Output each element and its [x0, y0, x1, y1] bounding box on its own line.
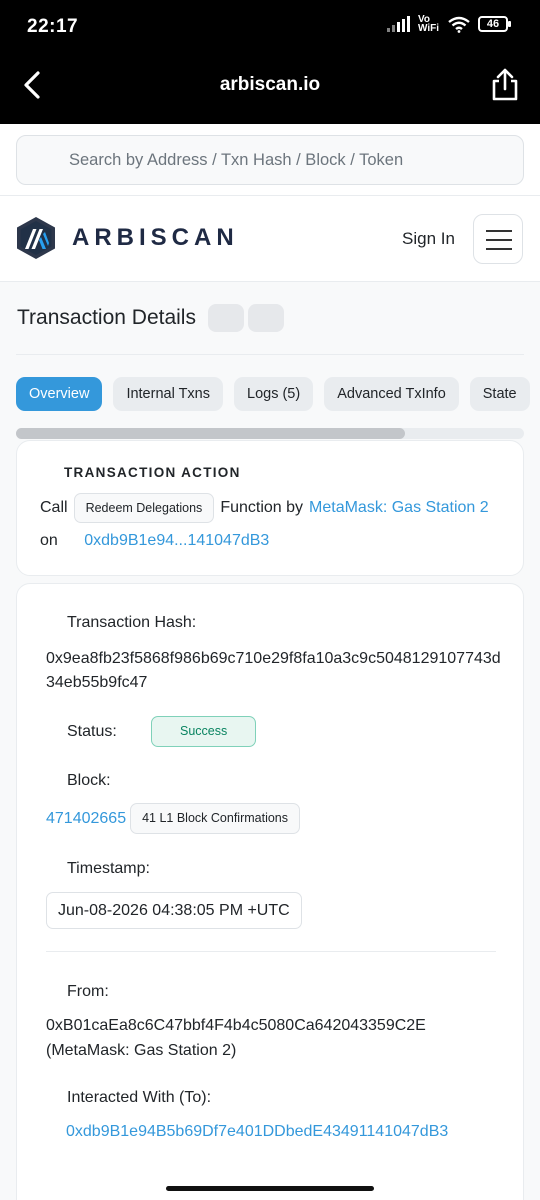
from-address-link[interactable]: 0xB01caEa8c6C47bbf4F4b4c5080Ca642043359C…: [46, 1017, 426, 1035]
browser-toolbar: arbiscan.io: [0, 48, 540, 124]
status-badge: Success: [151, 716, 257, 747]
from-label: From:: [67, 983, 109, 1000]
tabs-scrollbar[interactable]: [16, 428, 524, 439]
tab-logs[interactable]: Logs (5): [234, 377, 314, 411]
block-number-link[interactable]: 471402665: [46, 810, 126, 828]
transaction-action-card: TRANSACTION ACTION Call Redeem Delegatio…: [16, 440, 524, 576]
title-placeholder-chip: [208, 304, 244, 332]
tab-advanced-txinfo[interactable]: Advanced TxInfo: [324, 377, 459, 411]
block-label: Block:: [67, 772, 111, 789]
search-bar-container: [0, 124, 540, 196]
search-input[interactable]: [16, 135, 524, 185]
status-label: Status:: [67, 723, 117, 740]
status-icons: Vo WiFi 46: [387, 14, 511, 34]
function-by-label: Function by: [220, 499, 304, 516]
site-header: ARBISCAN Sign In: [0, 196, 540, 282]
share-icon[interactable]: [490, 68, 520, 102]
cell-signal-icon: [387, 16, 410, 32]
action-target-line: on 0xdb9B1e94...141047dB3: [40, 532, 269, 550]
caller-link[interactable]: MetaMask: Gas Station 2: [309, 499, 489, 517]
page-title: Transaction Details: [17, 306, 196, 329]
divider: [46, 951, 496, 952]
vowifi-label: Vo WiFi: [418, 14, 440, 34]
divider: [16, 354, 524, 355]
clock: 22:17: [27, 16, 79, 37]
action-description: Call Redeem Delegations Function by Meta…: [40, 493, 489, 523]
tabs-scrollbar-thumb[interactable]: [16, 428, 405, 439]
on-label: on: [40, 532, 58, 549]
target-contract-link[interactable]: 0xdb9B1e94...141047dB3: [84, 532, 269, 549]
tab-internal-txns[interactable]: Internal Txns: [113, 377, 223, 411]
tab-overview[interactable]: Overview: [16, 377, 103, 411]
title-placeholder-chip: [248, 304, 284, 332]
block-row: 471402665 41 L1 Block Confirmations: [46, 803, 300, 834]
sign-in-link[interactable]: Sign In: [402, 229, 455, 249]
to-address-link[interactable]: 0xdb9B1e94B5b69Df7e401DDbedE43491141047d…: [66, 1123, 448, 1141]
timestamp-label: Timestamp:: [67, 860, 150, 877]
timestamp-value: Jun-08-2026 04:38:05 PM +UTC: [46, 892, 302, 929]
url-label[interactable]: arbiscan.io: [0, 74, 540, 96]
call-label: Call: [40, 499, 68, 516]
transaction-action-heading: TRANSACTION ACTION: [64, 465, 241, 480]
detail-tabs: Overview Internal Txns Logs (5) Advanced…: [16, 377, 530, 411]
transaction-overview-card: Transaction Hash: 0x9ea8fb23f5868f986b69…: [16, 583, 524, 1200]
transaction-hash-value: 0x9ea8fb23f5868f986b69c710e29f8fa10a3c9c…: [46, 650, 501, 691]
home-indicator[interactable]: [166, 1186, 374, 1191]
brand-wordmark[interactable]: ARBISCAN: [72, 224, 239, 252]
from-name-tag: (MetaMask: Gas Station 2): [46, 1042, 237, 1059]
wifi-icon: [448, 16, 470, 33]
confirmations-badge: 41 L1 Block Confirmations: [130, 803, 300, 834]
system-status-bar: 22:17 Vo WiFi 46: [0, 0, 540, 48]
interacted-with-label: Interacted With (To):: [67, 1089, 212, 1106]
transaction-hash-label: Transaction Hash:: [67, 614, 197, 631]
arbiscan-logo-icon[interactable]: [16, 216, 56, 260]
battery-icon: 46: [478, 16, 511, 32]
function-badge: Redeem Delegations: [73, 493, 215, 523]
hamburger-menu-button[interactable]: [473, 214, 523, 264]
tab-state[interactable]: State: [469, 377, 530, 411]
